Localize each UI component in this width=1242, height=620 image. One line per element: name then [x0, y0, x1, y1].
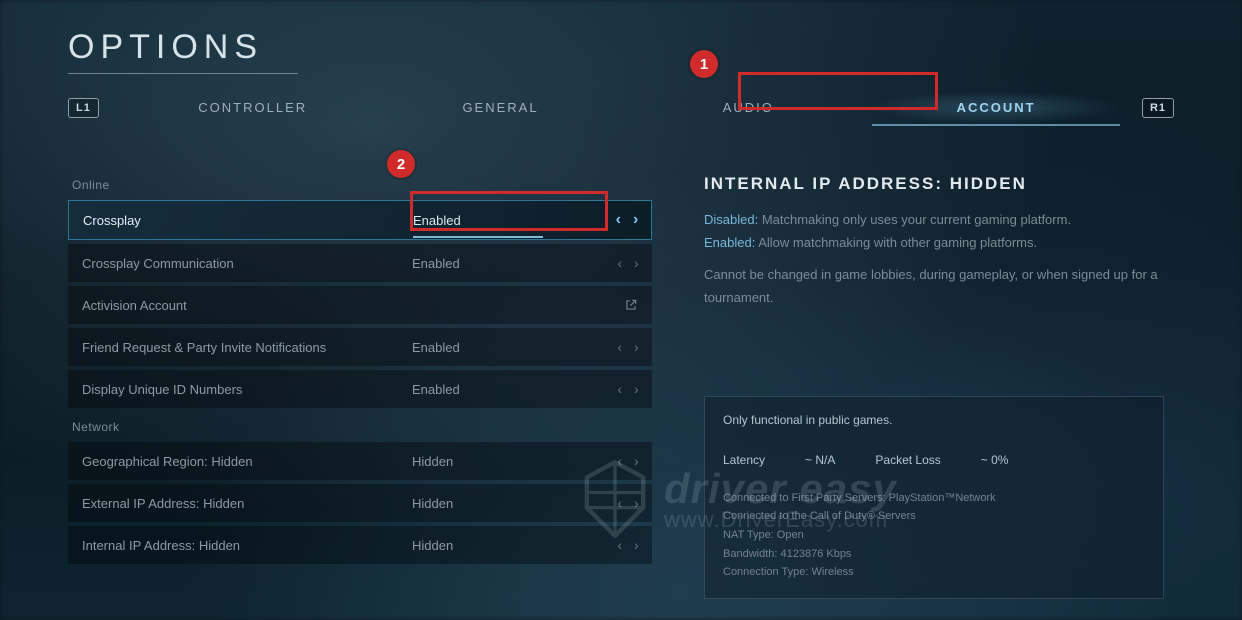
row-geo-region-label: Geographical Region: Hidden: [82, 454, 412, 469]
settings-list: Online Crossplay Enabled ‹ › Crossplay C…: [68, 174, 652, 599]
row-arrows[interactable]: ‹ ›: [604, 537, 652, 553]
detail-panel: INTERNAL IP ADDRESS: HIDDEN Disabled: Ma…: [652, 174, 1174, 599]
chevron-left-icon[interactable]: ‹: [617, 255, 622, 271]
chevron-right-icon[interactable]: ›: [633, 211, 638, 229]
annotation-rect-enabled: [410, 191, 608, 231]
chevron-left-icon[interactable]: ‹: [617, 381, 622, 397]
netline: Connection Type: Wireless: [723, 563, 1145, 582]
row-internal-ip[interactable]: Internal IP Address: Hidden Hidden ‹ ›: [68, 526, 652, 564]
row-activision-account[interactable]: Activision Account: [68, 286, 652, 324]
enabled-text: Allow matchmaking with other gaming plat…: [755, 235, 1037, 250]
section-network-label: Network: [72, 420, 652, 434]
packet-loss-label: Packet Loss: [875, 453, 940, 467]
chevron-left-icon[interactable]: ‹: [617, 339, 622, 355]
tab-general[interactable]: GENERAL: [377, 91, 625, 126]
latency-label: Latency: [723, 453, 765, 467]
tab-bar: L1 CONTROLLER GENERAL AUDIO ACCOUNT R1: [68, 90, 1174, 126]
page-title: OPTIONS: [68, 28, 1174, 67]
chevron-left-icon[interactable]: ‹: [617, 453, 622, 469]
chevron-right-icon[interactable]: ›: [634, 495, 639, 511]
row-internal-ip-label: Internal IP Address: Hidden: [82, 538, 412, 553]
row-friend-notifications-label: Friend Request & Party Invite Notificati…: [82, 340, 412, 355]
row-display-unique-id[interactable]: Display Unique ID Numbers Enabled ‹ ›: [68, 370, 652, 408]
row-crossplay-communication-label: Crossplay Communication: [82, 256, 412, 271]
title-underline: [68, 73, 298, 74]
chevron-left-icon[interactable]: ‹: [617, 537, 622, 553]
chevron-right-icon[interactable]: ›: [634, 255, 639, 271]
bumper-l1[interactable]: L1: [68, 98, 99, 118]
row-friend-notifications[interactable]: Friend Request & Party Invite Notificati…: [68, 328, 652, 366]
annotation-circle-2: 2: [387, 150, 415, 178]
detail-enabled-line: Enabled: Allow matchmaking with other ga…: [704, 231, 1164, 254]
row-crossplay-label: Crossplay: [83, 213, 413, 228]
row-crossplay-communication-value: Enabled: [412, 256, 604, 271]
chevron-right-icon[interactable]: ›: [634, 381, 639, 397]
row-geo-region[interactable]: Geographical Region: Hidden Hidden ‹ ›: [68, 442, 652, 480]
row-arrows[interactable]: ‹ ›: [604, 453, 652, 469]
section-online-label: Online: [72, 178, 652, 192]
row-external-ip-label: External IP Address: Hidden: [82, 496, 412, 511]
row-geo-region-value: Hidden: [412, 454, 604, 469]
detail-note: Cannot be changed in game lobbies, durin…: [704, 263, 1164, 310]
network-lines: Connected to First Party Servers: PlaySt…: [723, 489, 1145, 582]
netline: Bandwidth: 4123876 Kbps: [723, 545, 1145, 564]
detail-heading: INTERNAL IP ADDRESS: HIDDEN: [704, 174, 1164, 194]
netline: NAT Type: Open: [723, 526, 1145, 545]
bumper-r1[interactable]: R1: [1142, 98, 1174, 118]
chevron-left-icon[interactable]: ‹: [616, 211, 621, 229]
row-display-unique-id-value: Enabled: [412, 382, 604, 397]
latency-value: ~ N/A: [805, 453, 835, 467]
row-arrows[interactable]: ‹ ›: [604, 495, 652, 511]
row-friend-notifications-value: Enabled: [412, 340, 604, 355]
netline: Connected to the Call of Duty® Servers: [723, 507, 1145, 526]
network-info-box: Only functional in public games. Latency…: [704, 396, 1164, 599]
disabled-text: Matchmaking only uses your current gamin…: [758, 212, 1071, 227]
row-arrows[interactable]: ‹ ›: [604, 381, 652, 397]
row-display-unique-id-label: Display Unique ID Numbers: [82, 382, 412, 397]
row-external-ip-value: Hidden: [412, 496, 604, 511]
chevron-right-icon[interactable]: ›: [634, 339, 639, 355]
chevron-left-icon[interactable]: ‹: [617, 495, 622, 511]
row-arrows[interactable]: ‹ ›: [604, 339, 652, 355]
netline: Connected to First Party Servers: PlaySt…: [723, 489, 1145, 508]
tab-controller[interactable]: CONTROLLER: [129, 91, 377, 126]
row-activision-account-label: Activision Account: [82, 298, 412, 313]
chevron-right-icon[interactable]: ›: [634, 537, 639, 553]
annotation-rect-account: [738, 72, 938, 110]
detail-disabled-line: Disabled: Matchmaking only uses your cur…: [704, 208, 1164, 231]
row-external-ip[interactable]: External IP Address: Hidden Hidden ‹ ›: [68, 484, 652, 522]
disabled-keyword: Disabled:: [704, 212, 758, 227]
row-crossplay-communication[interactable]: Crossplay Communication Enabled ‹ ›: [68, 244, 652, 282]
chevron-right-icon[interactable]: ›: [634, 453, 639, 469]
infobox-note: Only functional in public games.: [723, 413, 1145, 427]
external-link-icon[interactable]: [624, 298, 638, 312]
tabs: CONTROLLER GENERAL AUDIO ACCOUNT: [129, 91, 1120, 126]
row-arrows[interactable]: ‹ ›: [604, 255, 652, 271]
row-internal-ip-value: Hidden: [412, 538, 604, 553]
enabled-keyword: Enabled:: [704, 235, 755, 250]
packet-loss-value: ~ 0%: [981, 453, 1009, 467]
annotation-circle-1: 1: [690, 50, 718, 78]
row-crossplay-arrows[interactable]: ‹ ›: [603, 211, 651, 229]
